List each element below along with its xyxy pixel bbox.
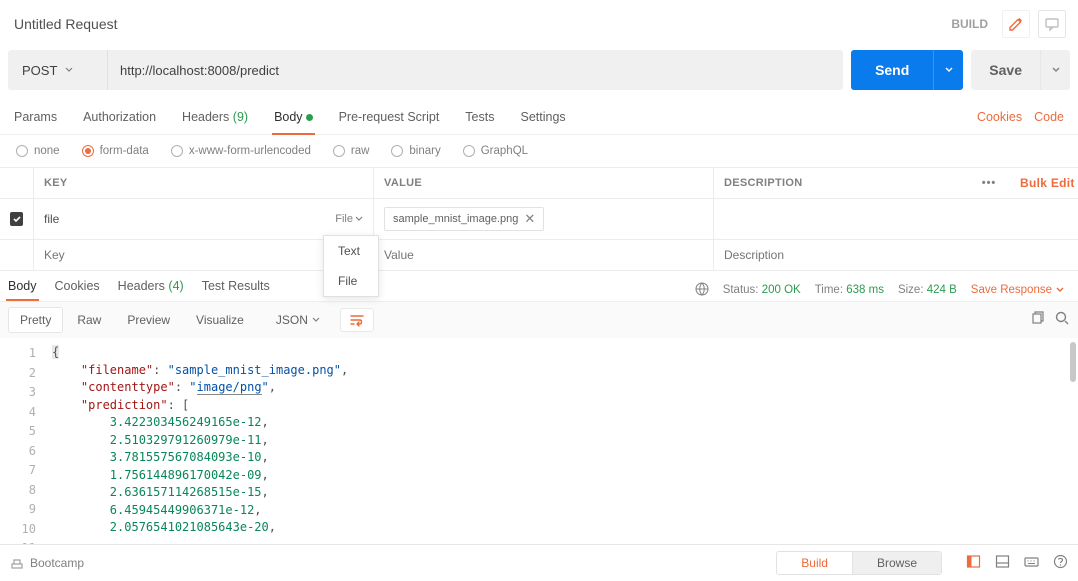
tab-authorization[interactable]: Authorization (83, 104, 156, 134)
size-value: 424 B (927, 284, 957, 296)
rtool-visualize[interactable]: Visualize (184, 307, 256, 333)
code-link[interactable]: Code (1034, 104, 1064, 134)
tab-headers[interactable]: Headers (9) (182, 104, 248, 134)
globe-icon[interactable] (695, 282, 709, 299)
wrap-icon-button[interactable] (340, 308, 374, 332)
help-icon[interactable] (1053, 554, 1068, 572)
caret-down-icon (1056, 286, 1064, 294)
tab-settings[interactable]: Settings (520, 104, 565, 134)
response-tabs: Body Cookies Headers (4) Test Results St… (0, 271, 1078, 301)
radio-none[interactable]: none (16, 145, 60, 157)
wrap-icon (349, 313, 365, 327)
shelf-icon (10, 556, 24, 570)
tab-body-label: Body (274, 110, 303, 124)
edit-icon-button[interactable] (1002, 10, 1030, 38)
tab-params[interactable]: Params (14, 104, 57, 134)
file-chip-name: sample_mnist_image.png (393, 213, 518, 225)
response-body-viewer[interactable]: 1234567891011 { "filename": "sample_mnis… (0, 338, 1078, 544)
rtool-preview[interactable]: Preview (115, 307, 182, 333)
rtab-cookies[interactable]: Cookies (55, 279, 100, 301)
caret-down-icon (945, 66, 953, 74)
radio-raw[interactable]: raw (333, 145, 370, 157)
key-input-empty[interactable] (44, 248, 363, 262)
bootcamp-button[interactable]: Bootcamp (10, 556, 84, 570)
form-data-table: KEY VALUE DESCRIPTION ••• Bulk Edit File… (0, 167, 1078, 271)
rtool-pretty[interactable]: Pretty (8, 307, 63, 333)
pencil-icon (1008, 16, 1024, 32)
caret-down-icon (65, 66, 73, 74)
keyboard-icon[interactable] (1024, 554, 1039, 572)
scrollbar-thumb[interactable] (1070, 342, 1076, 382)
copy-icon[interactable] (1030, 311, 1045, 329)
body-dot-indicator (306, 114, 313, 121)
ftab-browse[interactable]: Browse (853, 552, 941, 574)
caret-down-icon (355, 215, 363, 223)
dropdown-text[interactable]: Text (324, 236, 378, 266)
remove-file-icon[interactable]: ✕ (524, 211, 535, 227)
row-checkbox[interactable] (10, 212, 23, 226)
send-button[interactable]: Send (851, 50, 933, 90)
time-value: 638 ms (846, 284, 884, 296)
table-header-row: KEY VALUE DESCRIPTION ••• Bulk Edit (0, 168, 1078, 199)
save-dropdown-button[interactable] (1040, 50, 1070, 90)
table-row: File Text File sample_mnist_image.png ✕ (0, 199, 1078, 240)
search-icon[interactable] (1055, 311, 1070, 329)
comment-icon (1044, 16, 1060, 32)
status-value: 200 OK (762, 284, 801, 296)
comment-icon-button[interactable] (1038, 10, 1066, 38)
tab-headers-count: (9) (233, 110, 248, 124)
ftab-build[interactable]: Build (777, 552, 853, 574)
type-dropdown: Text File (323, 235, 379, 297)
col-actions[interactable]: ••• (968, 168, 1010, 198)
table-row-empty (0, 240, 1078, 271)
bulk-edit-link[interactable]: Bulk Edit (1020, 176, 1075, 190)
save-response-button[interactable]: Save Response (971, 284, 1064, 296)
rtab-headers[interactable]: Headers (4) (118, 279, 184, 301)
cookies-link[interactable]: Cookies (977, 104, 1022, 134)
rtab-body[interactable]: Body (8, 279, 37, 301)
send-dropdown-button[interactable] (933, 50, 963, 90)
request-title: Untitled Request (14, 16, 951, 32)
header-bar: Untitled Request BUILD (0, 0, 1078, 50)
request-bar: POST Send Save (0, 50, 1078, 104)
tab-headers-label: Headers (182, 110, 229, 124)
file-chip: sample_mnist_image.png ✕ (384, 207, 544, 231)
col-key: KEY (34, 168, 374, 198)
radio-urlencoded[interactable]: x-www-form-urlencoded (171, 145, 311, 157)
save-button[interactable]: Save (971, 50, 1040, 90)
response-toolbar: Pretty Raw Preview Visualize JSON (0, 301, 1078, 338)
panel-icon-1[interactable] (966, 554, 981, 572)
radio-graphql[interactable]: GraphQL (463, 145, 528, 157)
code-content: { "filename": "sample_mnist_image.png", … (44, 338, 1078, 544)
rtool-raw[interactable]: Raw (65, 307, 113, 333)
panel-icon-2[interactable] (995, 554, 1010, 572)
method-label: POST (22, 63, 57, 78)
radio-form-data[interactable]: form-data (82, 145, 149, 157)
method-select[interactable]: POST (8, 50, 108, 90)
dropdown-file[interactable]: File (324, 266, 378, 296)
tab-tests[interactable]: Tests (465, 104, 494, 134)
footer-bar: Bootcamp Build Browse (0, 544, 1078, 581)
caret-down-icon (1052, 66, 1060, 74)
build-label: BUILD (951, 17, 988, 31)
request-tabs: Params Authorization Headers (9) Body Pr… (0, 104, 1078, 135)
desc-input-empty[interactable] (724, 248, 958, 262)
type-select[interactable]: File Text File (335, 213, 363, 225)
footer-mode-tabs: Build Browse (776, 551, 942, 575)
body-type-radios: none form-data x-www-form-urlencoded raw… (0, 135, 1078, 167)
key-input[interactable] (44, 212, 329, 226)
format-select[interactable]: JSON (266, 307, 330, 333)
caret-down-icon (312, 316, 320, 324)
col-description: DESCRIPTION (714, 168, 968, 198)
radio-binary[interactable]: binary (391, 145, 440, 157)
tab-prerequest[interactable]: Pre-request Script (339, 104, 440, 134)
check-icon (12, 214, 22, 224)
rtab-test-results[interactable]: Test Results (202, 279, 270, 301)
tab-body[interactable]: Body (274, 104, 313, 134)
value-input-empty[interactable] (384, 248, 703, 262)
url-input[interactable] (108, 50, 843, 90)
col-value: VALUE (374, 168, 714, 198)
line-gutter: 1234567891011 (0, 338, 44, 544)
